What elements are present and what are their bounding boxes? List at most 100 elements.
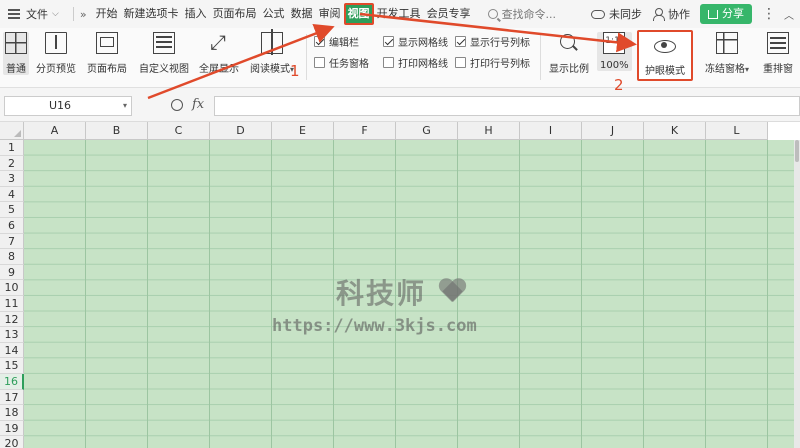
watermark-url: https://www.3kjs.com xyxy=(272,316,477,336)
chevron-down-icon[interactable]: ▾ xyxy=(123,97,127,115)
zoom-label: 显示比例 xyxy=(549,64,589,75)
show-gridlines-checkbox[interactable]: 显示网格线 xyxy=(383,34,448,49)
row-header-19[interactable]: 19 xyxy=(0,420,24,437)
sync-status[interactable]: 未同步 xyxy=(591,6,642,22)
full-screen-button[interactable]: 全屏显示 xyxy=(199,30,239,75)
column-header-i[interactable]: I xyxy=(520,122,582,140)
function-icon[interactable]: fx xyxy=(192,97,204,112)
column-header-e[interactable]: E xyxy=(272,122,334,140)
checkbox-unchecked[interactable] xyxy=(314,57,325,68)
custom-view-button[interactable]: 自定义视图 xyxy=(139,32,189,75)
zoom-icon[interactable] xyxy=(171,99,183,111)
tab-view[interactable]: 视图 xyxy=(343,3,374,25)
vertical-scrollbar[interactable] xyxy=(794,140,800,448)
cell-reference: U16 xyxy=(49,99,72,112)
menu-icon[interactable] xyxy=(8,9,20,19)
row-header-17[interactable]: 17 xyxy=(0,389,24,406)
tab-page-layout[interactable]: 页面布局 xyxy=(210,4,260,24)
column-header-f[interactable]: F xyxy=(334,122,396,140)
checkbox-unchecked[interactable] xyxy=(455,57,466,68)
tab-review[interactable]: 审阅 xyxy=(316,4,344,24)
row-header-12[interactable]: 12 xyxy=(0,311,24,328)
column-header-c[interactable]: C xyxy=(148,122,210,140)
arrange-windows-button[interactable]: 重排窗 xyxy=(763,32,793,75)
tab-home[interactable]: 开始 xyxy=(93,4,121,24)
arrange-icon xyxy=(767,32,789,54)
column-header-d[interactable]: D xyxy=(210,122,272,140)
row-header-16[interactable]: 16 xyxy=(0,374,24,390)
row-header-14[interactable]: 14 xyxy=(0,342,24,359)
tab-developer[interactable]: 开发工具 xyxy=(374,4,424,24)
row-header-13[interactable]: 13 xyxy=(0,327,24,343)
file-menu[interactable]: 文件 xyxy=(26,6,48,22)
task-pane-checkbox[interactable]: 任务窗格 xyxy=(314,55,369,70)
checkbox-label: 任务窗格 xyxy=(329,59,369,70)
eye-care-mode-button[interactable]: 护眼模式 xyxy=(637,30,693,81)
collaborate-button[interactable]: 协作 xyxy=(652,6,690,22)
divider xyxy=(306,34,307,80)
row-header-10[interactable]: 10 xyxy=(0,280,24,296)
column-header-k[interactable]: K xyxy=(644,122,706,140)
caret-down-icon: ▾ xyxy=(745,65,750,74)
tab-new-tab[interactable]: 新建选项卡 xyxy=(121,4,182,24)
freeze-panes-button[interactable]: 冻结窗格▾ xyxy=(705,32,749,75)
command-search[interactable]: 查找命令... xyxy=(487,6,556,22)
checkbox-unchecked[interactable] xyxy=(383,57,394,68)
column-header-l[interactable]: L xyxy=(706,122,768,140)
row-header-9[interactable]: 9 xyxy=(0,264,24,281)
normal-view-button[interactable]: 普通 xyxy=(3,32,29,75)
row-header-11[interactable]: 11 xyxy=(0,296,24,312)
row-header-6[interactable]: 6 xyxy=(0,218,24,234)
reading-mode-button[interactable]: 阅读模式▾ xyxy=(250,29,294,75)
row-header-8[interactable]: 8 xyxy=(0,249,24,265)
chevron-down-icon[interactable]: ⌵ xyxy=(52,9,59,19)
freeze-panes-text: 冻结窗格 xyxy=(705,64,745,75)
row-header-15[interactable]: 15 xyxy=(0,358,24,374)
check-group-3: 显示行号列标 打印行号列标 xyxy=(455,34,530,70)
show-headings-checkbox[interactable]: 显示行号列标 xyxy=(455,34,530,49)
share-label: 分享 xyxy=(722,7,744,20)
zoom-100-button[interactable]: 100% xyxy=(597,32,632,71)
watermark-brand: 科技师 xyxy=(336,277,427,310)
row-header-3[interactable]: 3 xyxy=(0,171,24,187)
print-gridlines-checkbox[interactable]: 打印网格线 xyxy=(383,55,448,70)
row-header-7[interactable]: 7 xyxy=(0,233,24,250)
row-header-4[interactable]: 4 xyxy=(0,186,24,203)
row-header-2[interactable]: 2 xyxy=(0,155,24,172)
full-screen-label: 全屏显示 xyxy=(199,64,239,75)
select-all-corner[interactable] xyxy=(0,122,24,140)
zoom-button[interactable]: 显示比例 xyxy=(549,32,589,75)
column-header-b[interactable]: B xyxy=(86,122,148,140)
column-header-g[interactable]: G xyxy=(396,122,458,140)
collapse-ribbon-icon[interactable]: ︿ xyxy=(784,7,794,22)
column-header-j[interactable]: J xyxy=(582,122,644,140)
page-layout-button[interactable]: 页面布局 xyxy=(87,32,127,75)
print-headings-checkbox[interactable]: 打印行号列标 xyxy=(455,55,530,70)
formula-input[interactable] xyxy=(214,96,800,116)
row-header-5[interactable]: 5 xyxy=(0,202,24,218)
heart-icon xyxy=(438,279,466,305)
formula-bar-checkbox[interactable]: 编辑栏 xyxy=(314,34,369,49)
checkbox-label: 编辑栏 xyxy=(329,38,359,49)
double-chevron-icon[interactable]: » xyxy=(80,8,87,21)
name-box[interactable]: U16 ▾ xyxy=(4,96,132,116)
share-button[interactable]: 分享 xyxy=(700,4,752,24)
eye-care-label: 护眼模式 xyxy=(645,66,685,77)
checkbox-checked[interactable] xyxy=(314,36,325,47)
tab-member[interactable]: 会员专享 xyxy=(424,4,474,24)
checkbox-checked[interactable] xyxy=(455,36,466,47)
checkbox-checked[interactable] xyxy=(383,36,394,47)
cloud-icon xyxy=(591,9,605,19)
row-header-20[interactable]: 20 xyxy=(0,436,24,448)
ribbon-tabs: 开始 新建选项卡 插入 页面布局 公式 数据 审阅 视图 开发工具 会员专享 xyxy=(93,0,474,28)
row-header-1[interactable]: 1 xyxy=(0,140,24,156)
watermark-logo: 科技师 xyxy=(336,272,466,312)
page-break-preview-button[interactable]: 分页预览 xyxy=(36,32,76,75)
tab-formulas[interactable]: 公式 xyxy=(260,4,288,24)
column-header-h[interactable]: H xyxy=(458,122,520,140)
row-header-18[interactable]: 18 xyxy=(0,405,24,421)
column-header-a[interactable]: A xyxy=(24,122,86,140)
more-options-icon[interactable]: ⋮ xyxy=(762,6,776,22)
tab-data[interactable]: 数据 xyxy=(288,4,316,24)
tab-insert[interactable]: 插入 xyxy=(182,4,210,24)
